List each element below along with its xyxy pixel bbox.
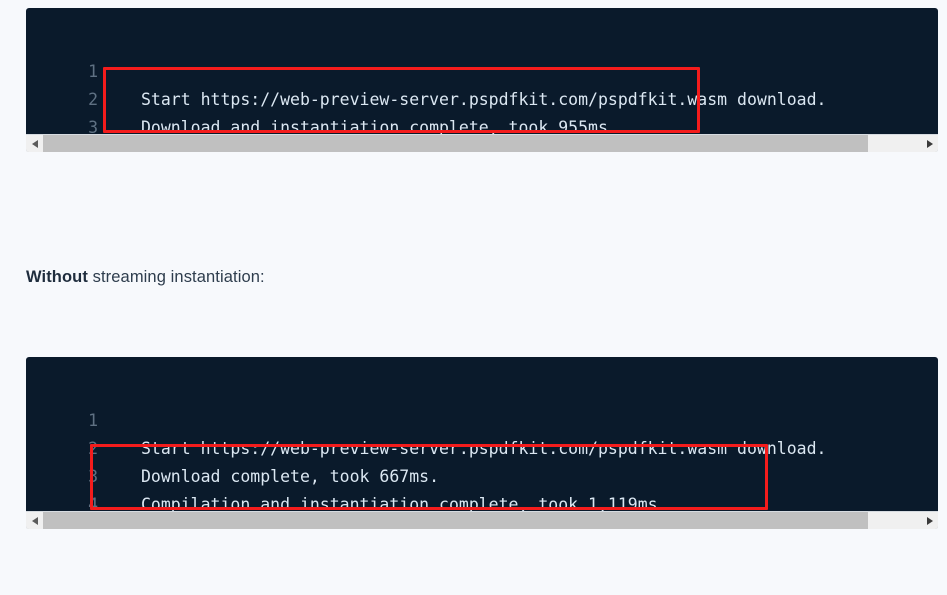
code-line: 4 Native initialization complete, took 2…	[26, 463, 938, 511]
scrollbar-thumb[interactable]	[43, 512, 869, 529]
line-number: 3	[88, 118, 98, 134]
chevron-right-icon[interactable]	[921, 512, 938, 529]
code-body[interactable]: 1 Start https://web-preview-server.pspdf…	[26, 357, 938, 511]
caption-rest: streaming instantiation:	[87, 268, 265, 286]
code-block-without-streaming: 1 Start https://web-preview-server.pspdf…	[26, 357, 938, 529]
code-line: 1 Start https://web-preview-server.pspdf…	[26, 30, 938, 109]
chevron-right-glyph	[926, 139, 933, 148]
chevron-left-glyph	[31, 516, 38, 525]
horizontal-scrollbar[interactable]	[26, 511, 938, 529]
code-lines: 1 Start https://web-preview-server.pspdf…	[26, 357, 938, 511]
horizontal-scrollbar[interactable]	[26, 134, 938, 152]
line-content: Download and instantiation complete, too…	[141, 118, 618, 134]
chevron-left-icon[interactable]	[26, 512, 43, 529]
line-content: Compilation and instantiation complete, …	[141, 495, 668, 511]
code-line: 2 Download and instantiation complete, t…	[26, 58, 938, 134]
code-line: 3 Compilation and instantiation complete…	[26, 435, 938, 511]
scrollbar-thumb[interactable]	[43, 135, 869, 152]
code-line: 2 Download complete, took 667ms.	[26, 407, 938, 486]
code-line: 1 Start https://web-preview-server.pspdf…	[26, 379, 938, 458]
code-lines: 1 Start https://web-preview-server.pspdf…	[26, 8, 938, 134]
code-line: 3 Native initialization complete, took 1…	[26, 86, 938, 134]
chevron-right-icon[interactable]	[921, 135, 938, 152]
chevron-right-glyph	[926, 516, 933, 525]
scrollbar-track[interactable]	[43, 512, 921, 529]
code-body[interactable]: 1 Start https://web-preview-server.pspdf…	[26, 8, 938, 134]
page-root: 1 Start https://web-preview-server.pspdf…	[0, 0, 947, 595]
line-number: 4	[88, 495, 98, 511]
caption-emphasis: Without	[26, 268, 88, 286]
chevron-left-glyph	[31, 139, 38, 148]
caption-without-streaming: Without streaming instantiation:	[26, 268, 265, 287]
chevron-left-icon[interactable]	[26, 135, 43, 152]
code-block-with-streaming: 1 Start https://web-preview-server.pspdf…	[26, 8, 938, 152]
scrollbar-track[interactable]	[43, 135, 921, 152]
